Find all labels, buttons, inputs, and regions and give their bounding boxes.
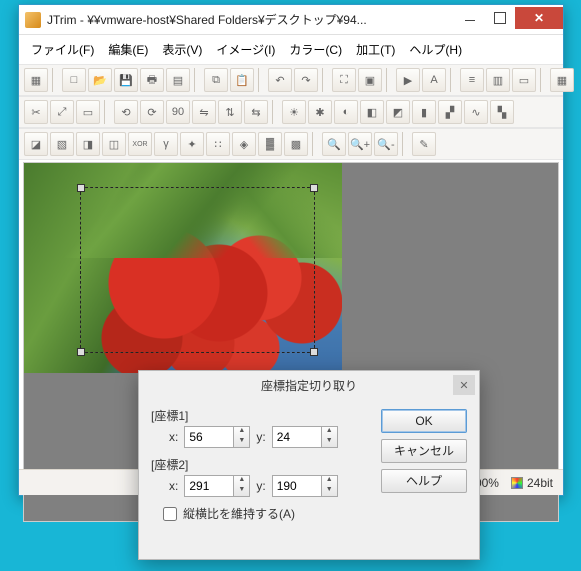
menu-view[interactable]: 表示(V) (156, 39, 208, 60)
y2-input[interactable] (272, 475, 322, 497)
tool-screenshot-icon[interactable]: ▭ (512, 68, 536, 92)
keep-aspect-label: 縦横比を維持する(A) (183, 505, 295, 522)
coord2-label: [座標2] (151, 456, 373, 473)
y2-label: y: (256, 479, 265, 493)
crop-dialog: 座標指定切り取り ✕ [座標1] x: ▲▼ y: ▲▼ [座標2] x: ▲▼… (138, 370, 480, 560)
tool-canvas-icon[interactable]: ▭ (76, 100, 100, 124)
menu-file[interactable]: ファイル(F) (25, 39, 100, 60)
tool-resize-icon[interactable]: ⤢ (50, 100, 74, 124)
tool-slideshow-icon[interactable]: ▶ (396, 68, 420, 92)
tool-fullscreen-icon[interactable]: ⛶ (332, 68, 356, 92)
selection-handle-bl[interactable] (77, 348, 85, 356)
tool-printer-icon[interactable]: 🖶 (140, 68, 164, 92)
x1-input[interactable] (184, 426, 234, 448)
tool-noise-icon[interactable]: ∷ (206, 132, 230, 156)
tool-histogram-icon[interactable]: ▮ (412, 100, 436, 124)
tool-negative-icon[interactable]: ◨ (76, 132, 100, 156)
tool-blur-icon[interactable]: ▓ (258, 132, 282, 156)
tool-redo-icon[interactable]: ↷ (294, 68, 318, 92)
tool-combine-icon[interactable]: ▥ (486, 68, 510, 92)
y2-spinner[interactable]: ▲▼ (322, 475, 338, 497)
crop-selection[interactable] (80, 187, 315, 353)
tool-eyedropper-icon[interactable]: ✎ (412, 132, 436, 156)
tool-zoom-in-icon[interactable]: 🔍+ (348, 132, 372, 156)
tool-hue-icon[interactable]: ◩ (386, 100, 410, 124)
tool-posterize-icon[interactable]: ▚ (490, 100, 514, 124)
dialog-titlebar: 座標指定切り取り ✕ (139, 371, 479, 399)
tool-mosaic-icon[interactable]: ▩ (284, 132, 308, 156)
ok-button[interactable]: OK (381, 409, 467, 433)
tool-new-icon[interactable]: □ (62, 68, 86, 92)
selection-handle-tl[interactable] (77, 184, 85, 192)
y1-spinner[interactable]: ▲▼ (322, 426, 338, 448)
tool-levels-icon[interactable]: ▞ (438, 100, 462, 124)
tool-brightness-down-icon[interactable]: ✱ (308, 100, 332, 124)
tool-brightness-up-icon[interactable]: ☀ (282, 100, 306, 124)
status-depth: 24bit (511, 476, 553, 490)
tool-emboss-icon[interactable]: ◈ (232, 132, 256, 156)
coord1-label: [座標1] (151, 407, 373, 424)
tool-rotate90-icon[interactable]: 90 (166, 100, 190, 124)
menu-color[interactable]: カラー(C) (283, 39, 348, 60)
tool-open-icon[interactable]: 📂 (88, 68, 112, 92)
tool-sharpen-icon[interactable]: ✦ (180, 132, 204, 156)
tool-flip-h-icon[interactable]: ⇋ (192, 100, 216, 124)
selection-handle-br[interactable] (310, 348, 318, 356)
titlebar: JTrim - ¥¥vmware-host¥Shared Folders¥デスク… (19, 5, 563, 35)
tool-curves-icon[interactable]: ∿ (464, 100, 488, 124)
minimize-button[interactable] (455, 7, 485, 29)
tool-copy-icon[interactable]: ⧉ (204, 68, 228, 92)
tool-paste-icon[interactable]: 📋 (230, 68, 254, 92)
toolbar-row-2: ✂ ⤢ ▭ ⟲ ⟳ 90 ⇋ ⇅ ⇆ ☀ ✱ ◐ ◧ ◩ ▮ ▞ ∿ ▚ (19, 96, 563, 128)
tool-rotate-right-icon[interactable]: ⟳ (140, 100, 164, 124)
x2-spinner[interactable]: ▲▼ (234, 475, 250, 497)
y1-input[interactable] (272, 426, 322, 448)
dialog-close-button[interactable]: ✕ (453, 375, 475, 395)
tool-flip-v-icon[interactable]: ⇅ (218, 100, 242, 124)
dialog-title: 座標指定切り取り (261, 377, 357, 394)
tool-text-icon[interactable]: A (422, 68, 446, 92)
tool-gamma-icon[interactable]: γ (154, 132, 178, 156)
window-title: JTrim - ¥¥vmware-host¥Shared Folders¥デスク… (47, 11, 455, 28)
keep-aspect-checkbox[interactable] (163, 507, 177, 521)
tool-zoom-out-icon[interactable]: 🔍- (374, 132, 398, 156)
menu-help[interactable]: ヘルプ(H) (403, 39, 468, 60)
menubar: ファイル(F) 編集(E) 表示(V) イメージ(I) カラー(C) 加工(T)… (19, 35, 563, 64)
tool-contrast-icon[interactable]: ◐ (334, 100, 358, 124)
menu-process[interactable]: 加工(T) (350, 39, 401, 60)
tool-shift-icon[interactable]: ⇆ (244, 100, 268, 124)
x2-input[interactable] (184, 475, 234, 497)
tool-zoom-fit-icon[interactable]: 🔍 (322, 132, 346, 156)
tool-wallpaper-icon[interactable]: ▣ (358, 68, 382, 92)
tool-sepia-icon[interactable]: ▧ (50, 132, 74, 156)
tool-save-icon[interactable]: 💾 (114, 68, 138, 92)
close-button[interactable]: ✕ (515, 7, 563, 29)
toolbar-row-3: ◪ ▧ ◨ ◫ XOR γ ✦ ∷ ◈ ▓ ▩ 🔍 🔍+ 🔍- ✎ (19, 128, 563, 160)
menu-edit[interactable]: 編集(E) (102, 39, 154, 60)
maximize-button[interactable] (485, 7, 515, 29)
tool-rgb-icon[interactable]: ◧ (360, 100, 384, 124)
tool-rotate-left-icon[interactable]: ⟲ (114, 100, 138, 124)
y1-label: y: (256, 430, 265, 444)
selection-handle-tr[interactable] (310, 184, 318, 192)
tool-thumbnail-icon[interactable]: ▦ (24, 68, 48, 92)
tool-grayscale-icon[interactable]: ◪ (24, 132, 48, 156)
tool-undo-icon[interactable]: ↶ (268, 68, 292, 92)
tool-settings-icon[interactable]: ▦ (550, 68, 574, 92)
tool-batch-icon[interactable]: ≡ (460, 68, 484, 92)
tool-crop-icon[interactable]: ✂ (24, 100, 48, 124)
x2-label: x: (169, 479, 178, 493)
menu-image[interactable]: イメージ(I) (210, 39, 281, 60)
color-depth-icon (511, 477, 523, 489)
app-icon (25, 12, 41, 28)
x1-spinner[interactable]: ▲▼ (234, 426, 250, 448)
tool-scanner-icon[interactable]: ▤ (166, 68, 190, 92)
tool-2color-icon[interactable]: ◫ (102, 132, 126, 156)
x1-label: x: (169, 430, 178, 444)
toolbar-row-1: ▦ □ 📂 💾 🖶 ▤ ⧉ 📋 ↶ ↷ ⛶ ▣ ▶ A ≡ ▥ ▭ ▦ (19, 64, 563, 96)
cancel-button[interactable]: キャンセル (381, 439, 467, 463)
help-button[interactable]: ヘルプ (381, 469, 467, 493)
tool-xor-icon[interactable]: XOR (128, 132, 152, 156)
